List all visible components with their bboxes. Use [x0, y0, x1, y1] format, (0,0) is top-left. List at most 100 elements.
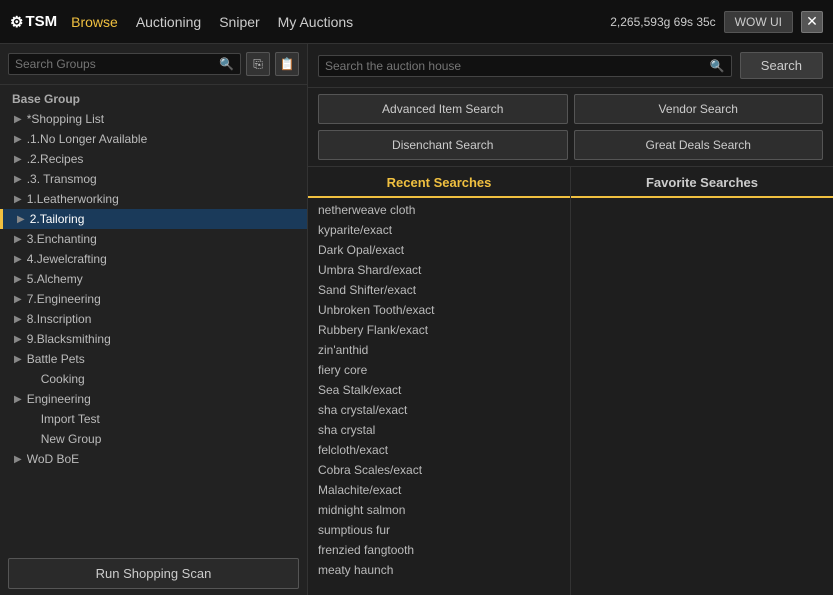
group-item[interactable]: ▶ WoD BoE [0, 449, 307, 469]
recent-searches-col: Recent Searches netherweave clothkyparit… [308, 167, 571, 595]
group-label: 9.Blacksmithing [27, 332, 111, 346]
recent-search-item[interactable]: meaty haunch [308, 560, 570, 580]
group-item[interactable]: ▶ Engineering [0, 389, 307, 409]
group-label: 1.Leatherworking [27, 192, 119, 206]
arrow-icon: ▶ [14, 194, 22, 205]
group-item[interactable]: ▶ 1.Leatherworking [0, 189, 307, 209]
recent-search-item[interactable]: Unbroken Tooth/exact [308, 300, 570, 320]
arrow-icon: ▶ [14, 454, 22, 465]
group-label: Engineering [27, 392, 91, 406]
vendor-search-button[interactable]: Vendor Search [574, 94, 824, 124]
recent-search-item[interactable]: Umbra Shard/exact [308, 260, 570, 280]
group-item[interactable]: ▶3.Enchanting [0, 229, 307, 249]
copy-icon-button[interactable]: ⎘ [246, 52, 270, 76]
arrow-icon: ▶ [14, 354, 22, 365]
arrow-icon: ▶ [14, 234, 22, 245]
arrow-icon: ▶ [14, 154, 22, 165]
title-bar: ⚙ TSM Browse Auctioning Sniper My Auctio… [0, 0, 833, 44]
paste-icon-button[interactable]: 📋 [275, 52, 299, 76]
recent-search-item[interactable]: Rubbery Flank/exact [308, 320, 570, 340]
group-item[interactable]: ▶.2.Recipes [0, 149, 307, 169]
nav-links: Browse Auctioning Sniper My Auctions [71, 10, 610, 34]
group-item[interactable]: ▶ 7.Engineering [0, 289, 307, 309]
title-bar-right: 2,265,593g 69s 35c WOW UI ✕ [610, 11, 823, 33]
group-label: New Group [41, 432, 102, 446]
group-item[interactable]: ▶5.Alchemy [0, 269, 307, 289]
nav-browse[interactable]: Browse [71, 10, 118, 34]
recent-search-item[interactable]: fiery core [308, 360, 570, 380]
base-group-label: Base Group [0, 89, 307, 109]
recent-search-item[interactable]: sha crystal [308, 420, 570, 440]
group-search-row: 🔍 ⎘ 📋 [0, 44, 307, 85]
group-label: Cooking [41, 372, 85, 386]
group-item[interactable]: ▶ 4.Jewelcrafting [0, 249, 307, 269]
recent-search-item[interactable]: sha crystal/exact [308, 400, 570, 420]
gold-display: 2,265,593g 69s 35c [610, 15, 715, 29]
auction-search-row: 🔍 Search [308, 44, 833, 88]
group-label: 4.Jewelcrafting [27, 252, 107, 266]
auction-search-input[interactable] [325, 59, 707, 73]
group-item[interactable]: ▶2.Tailoring [0, 209, 307, 229]
tsm-text: TSM [25, 13, 57, 30]
group-item[interactable]: ▶8.Inscription [0, 309, 307, 329]
action-buttons: Advanced Item Search Vendor Search Disen… [308, 88, 833, 167]
recent-search-item[interactable]: felcloth/exact [308, 440, 570, 460]
group-label: Battle Pets [27, 352, 85, 366]
group-label: .1.No Longer Available [27, 132, 148, 146]
recent-searches-header: Recent Searches [308, 167, 570, 198]
searches-section: Recent Searches netherweave clothkyparit… [308, 167, 833, 595]
arrow-icon: ▶ [14, 274, 22, 285]
arrow-icon: ▶ [14, 114, 22, 125]
recent-search-item[interactable]: Malachite/exact [308, 480, 570, 500]
arrow-icon: ▶ [14, 394, 22, 405]
group-item[interactable]: ▶Cooking [0, 369, 307, 389]
nav-my-auctions[interactable]: My Auctions [278, 10, 353, 34]
recent-search-item[interactable]: frenzied fangtooth [308, 540, 570, 560]
group-search-wrap: 🔍 [8, 53, 241, 75]
arrow-icon: ▶ [14, 134, 22, 145]
gear-icon: ⚙ [10, 13, 23, 31]
search-icon-right: 🔍 [710, 59, 725, 73]
recent-search-item[interactable]: kyparite/exact [308, 220, 570, 240]
main-layout: 🔍 ⎘ 📋 Base Group ▶*Shopping List▶.1.No L… [0, 44, 833, 595]
recent-search-item[interactable]: Sand Shifter/exact [308, 280, 570, 300]
recent-search-item[interactable]: zin'anthid [308, 340, 570, 360]
group-item[interactable]: ▶ 9.Blacksmithing [0, 329, 307, 349]
group-search-input[interactable] [15, 57, 216, 71]
search-icon: 🔍 [219, 57, 234, 71]
nav-auctioning[interactable]: Auctioning [136, 10, 201, 34]
group-label: WoD BoE [27, 452, 79, 466]
favorite-searches-list [571, 198, 833, 595]
group-label: 2.Tailoring [30, 212, 85, 226]
arrow-icon: ▶ [14, 294, 22, 305]
group-item[interactable]: ▶*Shopping List [0, 109, 307, 129]
arrow-icon: ▶ [14, 334, 22, 345]
auction-search-wrap: 🔍 [318, 55, 732, 77]
favorite-searches-col: Favorite Searches [571, 167, 833, 595]
nav-sniper[interactable]: Sniper [219, 10, 259, 34]
great-deals-search-button[interactable]: Great Deals Search [574, 130, 824, 160]
group-item[interactable]: ▶ Battle Pets [0, 349, 307, 369]
recent-search-item[interactable]: midnight salmon [308, 500, 570, 520]
advanced-item-search-button[interactable]: Advanced Item Search [318, 94, 568, 124]
right-panel: 🔍 Search Advanced Item Search Vendor Sea… [308, 44, 833, 595]
bottom-btn-area: Run Shopping Scan [8, 558, 299, 589]
arrow-icon: ▶ [14, 254, 22, 265]
group-label: Import Test [41, 412, 100, 426]
group-item[interactable]: ▶ .1.No Longer Available [0, 129, 307, 149]
favorite-searches-header: Favorite Searches [571, 167, 833, 198]
wow-ui-button[interactable]: WOW UI [724, 11, 793, 33]
group-item[interactable]: ▶.3. Transmog [0, 169, 307, 189]
recent-search-item[interactable]: netherweave cloth [308, 200, 570, 220]
run-shopping-scan-button[interactable]: Run Shopping Scan [8, 558, 299, 589]
disenchant-search-button[interactable]: Disenchant Search [318, 130, 568, 160]
close-button[interactable]: ✕ [801, 11, 823, 33]
recent-search-item[interactable]: Cobra Scales/exact [308, 460, 570, 480]
group-item[interactable]: ▶Import Test [0, 409, 307, 429]
group-item[interactable]: ▶New Group [0, 429, 307, 449]
recent-search-item[interactable]: Sea Stalk/exact [308, 380, 570, 400]
search-button[interactable]: Search [740, 52, 823, 79]
recent-search-item[interactable]: Dark Opal/exact [308, 240, 570, 260]
recent-search-item[interactable]: sumptious fur [308, 520, 570, 540]
group-label: 7.Engineering [27, 292, 101, 306]
